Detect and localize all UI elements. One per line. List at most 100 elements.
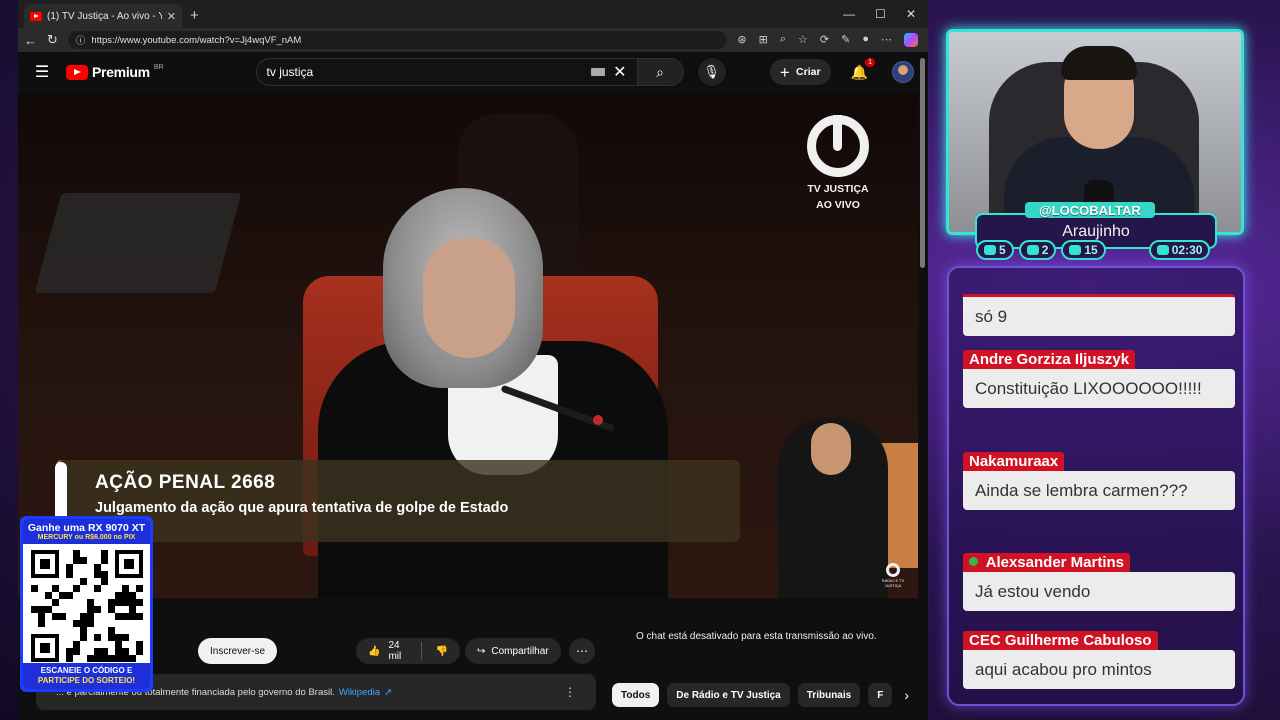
kick-count: 15 bbox=[1084, 243, 1098, 257]
minimize-button[interactable]: — bbox=[843, 7, 855, 21]
lower-third-title: AÇÃO PENAL 2668 bbox=[95, 472, 276, 493]
maximize-button[interactable]: ☐ bbox=[875, 7, 886, 21]
broadcaster-name: TV JUSTIÇA bbox=[807, 183, 869, 195]
youtube-stat: 2 bbox=[1018, 240, 1057, 260]
voice-search-button[interactable]: 🎙 bbox=[697, 58, 726, 86]
chat-author: Nakamuraax bbox=[963, 452, 1065, 471]
subscribe-button[interactable]: Inscrever-se bbox=[198, 638, 278, 664]
qr-module bbox=[135, 648, 143, 655]
logo-region: BR bbox=[153, 63, 164, 71]
translate-icon[interactable]: ⊛ bbox=[737, 33, 746, 47]
chip-all[interactable]: Todos bbox=[612, 683, 660, 707]
keyboard-icon[interactable] bbox=[591, 68, 606, 76]
qr-module bbox=[72, 557, 80, 564]
video-player[interactable]: TV JUSTIÇA AO VIVO RÁDIO E TV JUSTIÇA AÇ… bbox=[18, 93, 918, 598]
qr-module bbox=[114, 613, 122, 620]
tab-close-icon[interactable]: ✕ bbox=[167, 10, 176, 23]
chip-partial[interactable]: F bbox=[868, 683, 893, 707]
external-link-icon[interactable]: ↗ bbox=[384, 687, 392, 698]
qr-module bbox=[72, 641, 80, 648]
qr-module bbox=[37, 620, 45, 627]
qr-module bbox=[30, 585, 38, 592]
back-icon[interactable]: ← bbox=[24, 33, 37, 48]
qr-module bbox=[114, 655, 122, 662]
search-input[interactable]: tv justiça ✕ bbox=[255, 58, 638, 86]
radio-tv-logo-text: RÁDIO E TV JUSTIÇA bbox=[881, 578, 905, 588]
zoom-icon[interactable]: ⌕ bbox=[780, 33, 786, 47]
scrollbar-thumb[interactable] bbox=[920, 58, 925, 268]
qr-module bbox=[100, 571, 108, 578]
more-options-icon[interactable]: ⋯ bbox=[881, 33, 892, 47]
clear-search-icon[interactable]: ✕ bbox=[613, 62, 626, 82]
extension-icon[interactable]: ✎ bbox=[841, 33, 850, 47]
site-info-icon[interactable]: ⓘ bbox=[76, 33, 86, 47]
qr-module bbox=[135, 641, 143, 648]
search-button[interactable]: ⌕ bbox=[637, 58, 684, 86]
qr-module bbox=[93, 606, 101, 613]
browser-tab[interactable]: (1) TV Justiça - Ao vivo - You ✕ bbox=[24, 4, 182, 28]
chat-message: Nakamuraax Ainda se lembra carmen??? bbox=[963, 452, 1235, 510]
reload-icon[interactable]: ↻ bbox=[47, 32, 58, 48]
apps-icon[interactable]: ⊞ bbox=[759, 33, 768, 47]
new-tab-icon[interactable]: + bbox=[190, 7, 199, 24]
close-window-button[interactable]: ✕ bbox=[906, 7, 916, 21]
qr-module bbox=[128, 599, 136, 606]
qr-module bbox=[93, 655, 101, 662]
chat-message-text: só 9 bbox=[963, 294, 1235, 336]
lower-third-subtitle: Julgamento da ação que apura tentativa d… bbox=[95, 500, 509, 516]
create-label: Criar bbox=[796, 66, 821, 78]
qr-module bbox=[114, 641, 122, 648]
qr-module bbox=[65, 564, 73, 571]
qr-module bbox=[72, 585, 80, 592]
notifications-button[interactable]: 🔔 1 bbox=[851, 57, 875, 81]
streamer-hair bbox=[1061, 46, 1137, 80]
chip-radio-tv-justica[interactable]: De Rádio e TV Justiça bbox=[667, 683, 790, 707]
qr-module bbox=[107, 634, 115, 641]
url-text: https://www.youtube.com/watch?v=Jj4wqVF_… bbox=[91, 34, 302, 46]
qr-module bbox=[86, 613, 94, 620]
favorite-star-icon[interactable]: ☆ bbox=[798, 33, 808, 47]
promo-cta: ESCANEIE O CÓDIGO E PARTICIPE DO SORTEIO… bbox=[23, 663, 150, 689]
menu-icon[interactable]: ☰ bbox=[32, 62, 52, 82]
chevron-right-icon[interactable]: › bbox=[904, 687, 909, 703]
microphone-light bbox=[593, 415, 603, 425]
like-count[interactable]: 24 mil bbox=[388, 640, 406, 662]
qr-module bbox=[79, 613, 87, 620]
chat-disabled-message: O chat está desativado para esta transmi… bbox=[636, 631, 877, 642]
qr-module bbox=[58, 592, 66, 599]
qr-module bbox=[86, 620, 94, 627]
like-icon[interactable]: 👍 bbox=[368, 646, 380, 657]
refresh-extension-icon[interactable]: ⟳ bbox=[820, 33, 829, 47]
youtube-logo[interactable]: Premium BR bbox=[66, 64, 164, 80]
qr-module bbox=[100, 578, 108, 585]
qr-module bbox=[93, 634, 101, 641]
qr-module bbox=[72, 620, 80, 627]
account-avatar[interactable] bbox=[892, 61, 914, 83]
qr-module bbox=[128, 655, 136, 662]
timer-value: 02:30 bbox=[1171, 243, 1203, 257]
info-more-icon[interactable]: ⋮ bbox=[564, 685, 576, 699]
plus-icon: ＋ bbox=[779, 66, 791, 79]
profile-icon[interactable]: ● bbox=[862, 33, 869, 47]
qr-module bbox=[79, 634, 87, 641]
qr-module bbox=[100, 648, 108, 655]
chat-message-text: Ainda se lembra carmen??? bbox=[963, 471, 1235, 510]
wikipedia-link[interactable]: Wikipedia bbox=[339, 687, 380, 698]
address-bar[interactable]: ⓘ https://www.youtube.com/watch?v=Jj4wqV… bbox=[67, 31, 728, 49]
chip-tribunais[interactable]: Tribunais bbox=[797, 683, 861, 707]
more-actions-button[interactable]: ⋯ bbox=[569, 638, 595, 664]
qr-module bbox=[135, 613, 143, 620]
chat-message: só 9 bbox=[963, 294, 1235, 336]
chat-message: Alexsander Martins Já estou vendo bbox=[963, 553, 1235, 611]
share-button[interactable]: ↪ Compartilhar bbox=[465, 638, 561, 664]
create-button[interactable]: ＋ Criar bbox=[769, 59, 831, 85]
dislike-icon[interactable]: 👎 bbox=[436, 646, 448, 657]
share-icon: ↪ bbox=[477, 645, 486, 657]
chat-author: Alexsander Martins bbox=[985, 554, 1125, 571]
qr-finder-top-left bbox=[30, 550, 59, 578]
page-scrollbar[interactable] bbox=[918, 54, 928, 720]
qr-module bbox=[107, 606, 115, 613]
notification-badge: 1 bbox=[865, 57, 875, 67]
qr-module bbox=[128, 592, 136, 599]
copilot-icon[interactable] bbox=[904, 33, 918, 47]
